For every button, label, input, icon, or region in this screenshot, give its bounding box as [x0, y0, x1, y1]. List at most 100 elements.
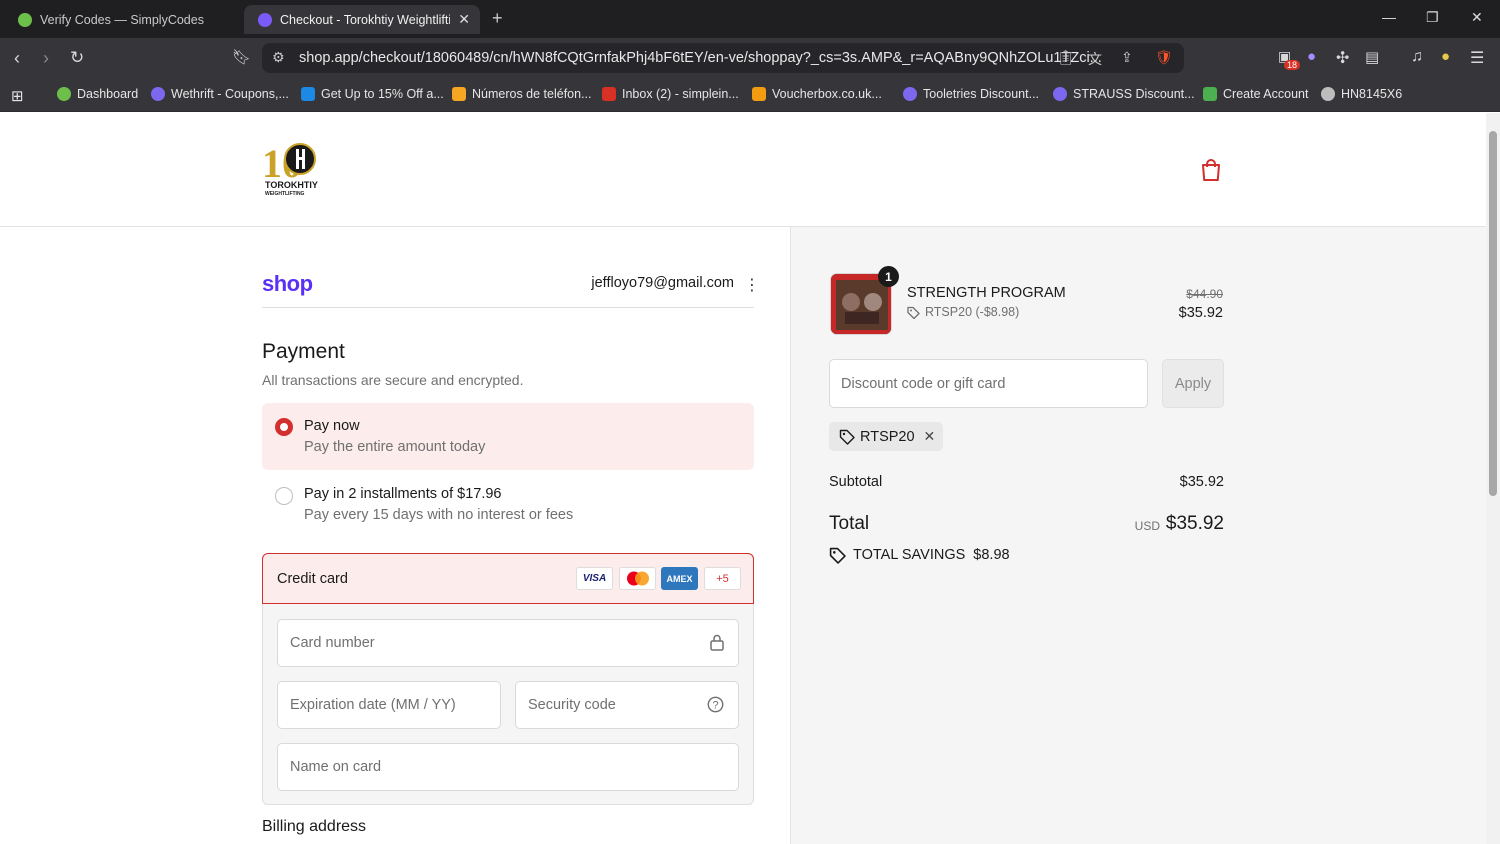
total-value: $35.92	[1165, 513, 1224, 534]
bookmark-tooletries[interactable]: Tooletries Discount...	[903, 87, 1039, 101]
tab-checkout[interactable]: Checkout - Torokhtiy Weightlifting ✕	[244, 5, 480, 34]
bookmark-label: Dashboard	[77, 87, 139, 101]
installments-radio[interactable]	[275, 487, 293, 505]
bookmark-favicon-icon	[151, 87, 165, 101]
card-number-placeholder: Card number	[290, 635, 375, 651]
bookmark-label: STRAUSS Discount...	[1073, 87, 1195, 101]
svg-text:WEIGHTLIFTING: WEIGHTLIFTING	[265, 191, 305, 197]
tag-icon	[907, 306, 920, 319]
pay-now-option[interactable]: Pay now Pay the entire amount today	[262, 403, 754, 470]
bookmark-strauss[interactable]: STRAUSS Discount...	[1053, 87, 1195, 101]
remove-discount-icon[interactable]: ✕	[924, 428, 936, 445]
translate-icon[interactable]: 文	[1088, 49, 1102, 69]
scrollbar-thumb[interactable]	[1489, 131, 1497, 496]
tab-title: Checkout - Torokhtiy Weightlifting	[280, 12, 450, 27]
applied-discount-chip: RTSP20 ✕	[829, 422, 943, 451]
brave-shield-icon[interactable]: 🛡︎	[1155, 49, 1173, 66]
more-options-icon[interactable]: ⋮	[744, 275, 760, 295]
restore-icon[interactable]: ❐	[1426, 9, 1439, 26]
pay-now-radio[interactable]	[275, 418, 293, 436]
credit-card-section: Credit card VISA AMEX +5 Card number Exp…	[262, 553, 754, 805]
new-tab-icon[interactable]: +	[492, 8, 503, 29]
bookmark-label: Inbox (2) - simplein...	[622, 87, 739, 101]
original-price: $44.90	[1186, 287, 1223, 301]
minimize-icon[interactable]: —	[1382, 9, 1396, 25]
apps-grid-icon[interactable]: ⊞	[11, 87, 24, 105]
bookmark-inbox[interactable]: Inbox (2) - simplein...	[602, 87, 739, 101]
expiration-date-field[interactable]: Expiration date (MM / YY)	[277, 681, 501, 729]
divider	[262, 307, 754, 308]
bookmark-favicon-icon	[903, 87, 917, 101]
sidebar-icon[interactable]: ▤	[1365, 48, 1379, 66]
bookmark-icon[interactable]: 🔖︎	[232, 48, 251, 66]
apply-button[interactable]: Apply	[1162, 359, 1224, 408]
site-info-icon[interactable]: ⚙	[272, 49, 285, 66]
address-bar[interactable]: ⚙ shop.app/checkout/18060489/cn/hWN8fCQt…	[262, 43, 1184, 73]
extensions-puzzle-icon[interactable]: ✣	[1336, 48, 1349, 68]
bookmark-get-up-to[interactable]: Get Up to 15% Off a...	[301, 87, 444, 101]
store-logo[interactable]: 10 TOROKHTIY WEIGHTLIFTING	[262, 137, 336, 197]
media-icon[interactable]: ♫	[1411, 48, 1423, 66]
billing-address-heading: Billing address	[262, 818, 367, 835]
bookmark-label: Voucherbox.co.uk...	[772, 87, 882, 101]
simplycodes-favicon-icon	[18, 12, 32, 27]
bookmark-favicon-icon	[1203, 87, 1217, 101]
shopping-bag-icon[interactable]	[1200, 158, 1222, 187]
subtotal-label: Subtotal	[829, 474, 883, 490]
back-icon[interactable]: ‹	[14, 48, 20, 69]
card-number-field[interactable]: Card number	[277, 619, 739, 667]
total-savings-row: TOTAL SAVINGS $8.98	[829, 544, 1224, 566]
discount-code-input[interactable]: Discount code or gift card	[829, 359, 1148, 408]
ai-extension-icon[interactable]: ●	[1307, 48, 1316, 65]
tab-verify-codes[interactable]: Verify Codes — SimplyCodes	[4, 5, 240, 34]
security-code-field[interactable]: Security code ?	[515, 681, 739, 729]
quantity-badge: 1	[878, 266, 899, 287]
credit-card-header[interactable]: Credit card VISA AMEX +5	[262, 553, 754, 604]
browser-tab-bar: Verify Codes — SimplyCodes Checkout - To…	[0, 0, 1500, 38]
bookmark-voucherbox[interactable]: Voucherbox.co.uk...	[752, 87, 882, 101]
share-icon[interactable]: ⇪	[1121, 49, 1133, 66]
close-window-icon[interactable]: ✕	[1471, 9, 1483, 26]
bookmark-label: Números de teléfon...	[472, 87, 592, 101]
tag-icon	[829, 547, 846, 564]
extension-badge: 18	[1284, 60, 1301, 70]
bookmark-label: HN8145X6	[1341, 87, 1403, 101]
menu-icon[interactable]: ☰	[1470, 48, 1484, 68]
bookmark-favicon-icon	[57, 87, 71, 101]
order-summary: 1 STRENGTH PROGRAM RTSP20 (-$8.98) $44.9…	[790, 227, 1486, 844]
bookmark-favicon-icon	[301, 87, 315, 101]
total-row: Total $35.92 USD	[829, 513, 1224, 539]
bookmark-wethrift[interactable]: Wethrift - Coupons,...	[151, 87, 289, 101]
help-icon[interactable]: ?	[707, 696, 724, 718]
expiration-placeholder: Expiration date (MM / YY)	[290, 697, 456, 713]
payment-column: shop jeffloyo79@gmail.com ⋮ Payment All …	[0, 227, 790, 844]
gmail-icon	[602, 87, 616, 101]
bookmark-favicon-icon	[452, 87, 466, 101]
clipboard-icon[interactable]: 📋︎	[1057, 49, 1075, 66]
tag-icon	[839, 429, 855, 445]
currency-code: USD	[1134, 519, 1160, 533]
reload-icon[interactable]: ↻	[70, 48, 84, 68]
forward-icon[interactable]: ›	[43, 48, 49, 69]
close-tab-icon[interactable]: ✕	[458, 11, 470, 28]
svg-text:TOROKHTIY: TOROKHTIY	[265, 180, 318, 190]
bookmark-label: Create Account	[1223, 87, 1309, 101]
pay-now-label: Pay now	[304, 418, 360, 434]
bookmark-hn8145x6[interactable]: HN8145X6	[1321, 87, 1402, 101]
pay-now-sublabel: Pay the entire amount today	[304, 439, 486, 455]
page-scrollbar[interactable]	[1486, 113, 1500, 844]
torokhtiy-logo-icon: 10 TOROKHTIY WEIGHTLIFTING	[262, 141, 318, 197]
visa-icon: VISA	[576, 567, 613, 590]
product-name: STRENGTH PROGRAM	[907, 285, 1066, 301]
name-on-card-placeholder: Name on card	[290, 759, 382, 775]
subtotal-value: $35.92	[1179, 474, 1224, 490]
wallet-icon[interactable]: ●	[1441, 48, 1450, 65]
bookmark-dashboard[interactable]: Dashboard	[57, 87, 138, 101]
checkout-page: 10 TOROKHTIY WEIGHTLIFTING shop jeffloyo…	[0, 113, 1486, 844]
bookmark-label: Get Up to 15% Off a...	[321, 87, 444, 101]
bookmark-numeros[interactable]: Números de teléfon...	[452, 87, 592, 101]
bookmark-create-account[interactable]: Create Account	[1203, 87, 1308, 101]
globe-icon	[1321, 87, 1335, 101]
installments-option[interactable]: Pay in 2 installments of $17.96 Pay ever…	[262, 477, 754, 541]
name-on-card-field[interactable]: Name on card	[277, 743, 739, 791]
